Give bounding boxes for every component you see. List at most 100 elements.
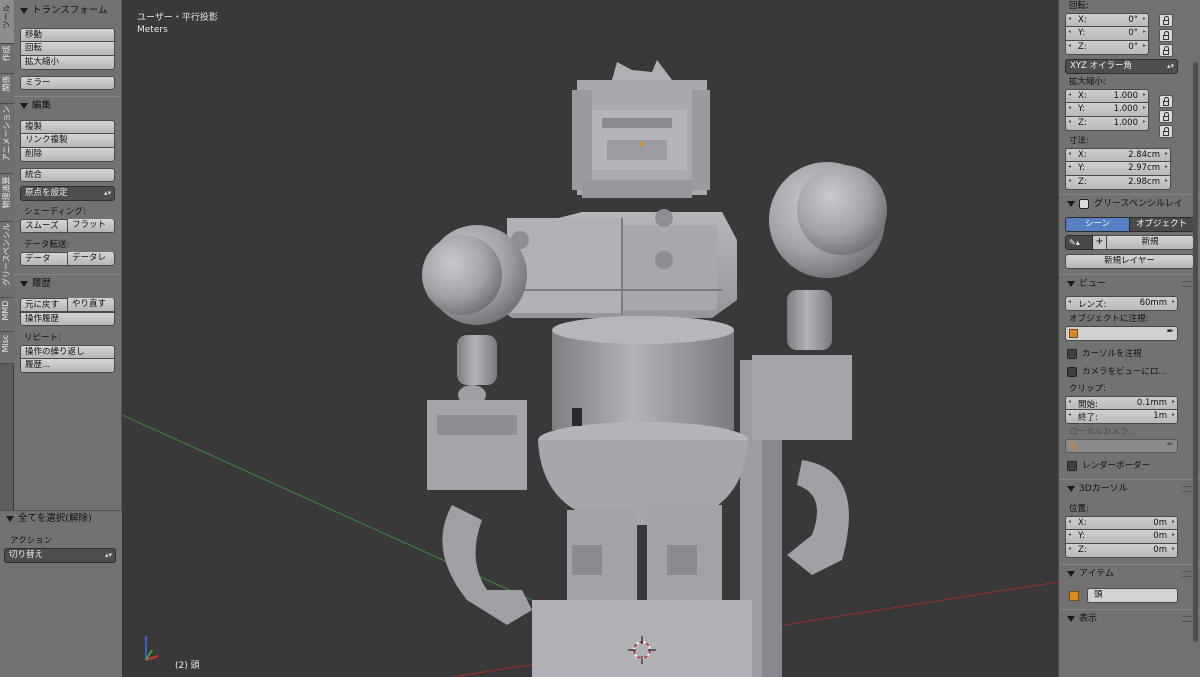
transform-panel-header[interactable]: トランスフォーム bbox=[14, 2, 121, 20]
lock-camera-checkbox[interactable] bbox=[1067, 366, 1077, 377]
select-all-panel-header[interactable]: 全てを選択(解除) bbox=[0, 510, 122, 526]
delete-button[interactable]: 削除 bbox=[20, 148, 115, 162]
rotation-x-field[interactable]: ◂ X: 0° ▸ bbox=[1065, 13, 1149, 27]
undo-history-button[interactable]: 操作履歴 bbox=[20, 312, 115, 326]
scale-z-field[interactable]: ◂ Z: 1.000 ▸ bbox=[1065, 117, 1149, 131]
lock-object-label: オブジェクトに注視: bbox=[1069, 314, 1149, 324]
rotation-y-field[interactable]: ◂ Y: 0° ▸ bbox=[1065, 27, 1149, 41]
lens-field[interactable]: ◂ レンズ: 60mm ▸ bbox=[1065, 296, 1178, 311]
rotate-button[interactable]: 回転 bbox=[20, 42, 115, 56]
cursor-z-field[interactable]: ◂ Z: 0m ▸ bbox=[1065, 544, 1178, 558]
cursor-y-field[interactable]: ◂ Y: 0m ▸ bbox=[1065, 530, 1178, 544]
mirror-button[interactable]: ミラー bbox=[20, 76, 115, 90]
scale-x-field[interactable]: ◂ X: 1.000 ▸ bbox=[1065, 89, 1149, 103]
grease-pencil-checkbox[interactable] bbox=[1079, 198, 1089, 209]
lock-object-field[interactable]: ✒ bbox=[1065, 326, 1178, 341]
drag-handle-icon[interactable] bbox=[1182, 281, 1192, 287]
lock-scale-z-icon[interactable] bbox=[1159, 125, 1173, 138]
dimensions-label: 寸法: bbox=[1069, 136, 1089, 146]
eyedropper-icon[interactable]: ✒ bbox=[1166, 327, 1174, 337]
view-name-label: ユーザー・平行投影 bbox=[137, 13, 218, 23]
tab-misc[interactable]: Misc bbox=[0, 332, 14, 364]
tab-scene[interactable]: シーン bbox=[1065, 217, 1130, 232]
tab-object[interactable]: オブジェクト bbox=[1130, 217, 1194, 232]
edit-panel-header[interactable]: 編集 bbox=[14, 96, 121, 114]
lock-to-cursor-row[interactable]: カーソルを注視 bbox=[1059, 345, 1200, 363]
dimension-x-field[interactable]: ◂ X: 2.84cm ▸ bbox=[1065, 148, 1171, 162]
dropdown-arrows-icon: ▴▾ bbox=[103, 189, 111, 197]
robot-model bbox=[422, 60, 887, 677]
collapse-triangle-icon bbox=[1067, 200, 1075, 207]
shading-label: シェーディング: bbox=[24, 207, 86, 217]
clip-end-field[interactable]: ◂ 終了: 1m ▸ bbox=[1065, 410, 1178, 424]
display-panel-header[interactable]: 表示 bbox=[1059, 609, 1200, 627]
data-transfer-buttons: データ データレ bbox=[20, 252, 115, 266]
grease-pencil-source-tabs: シーン オブジェクト bbox=[1065, 217, 1194, 232]
lock-rotation-z-icon[interactable] bbox=[1159, 44, 1173, 57]
axis-gizmo-icon bbox=[145, 636, 159, 661]
scale-label: 拡大縮小: bbox=[1069, 77, 1106, 87]
data-transfer-label: データ転送: bbox=[24, 240, 70, 250]
lock-cursor-checkbox[interactable] bbox=[1067, 348, 1077, 359]
smooth-shading-button[interactable]: スムーズ bbox=[20, 219, 68, 233]
redo-button[interactable]: やり直す bbox=[68, 298, 115, 312]
3d-cursor-panel-header[interactable]: 3Dカーソル bbox=[1059, 479, 1200, 497]
drag-handle-icon[interactable] bbox=[1182, 571, 1192, 577]
undo-button[interactable]: 元に戻す bbox=[20, 298, 68, 312]
properties-scrollbar[interactable] bbox=[1193, 62, 1198, 642]
dimension-z-field[interactable]: ◂ Z: 2.98cm ▸ bbox=[1065, 176, 1171, 190]
rotation-label: 回転: bbox=[1069, 1, 1089, 11]
new-layer-button[interactable]: 新規レイヤー bbox=[1065, 254, 1194, 269]
data-transfer-layout-button[interactable]: データレ bbox=[68, 252, 115, 266]
duplicate-button[interactable]: 複製 bbox=[20, 120, 115, 134]
flat-shading-button[interactable]: フラット bbox=[68, 219, 115, 233]
lock-camera-row[interactable]: カメラをビューにロ... bbox=[1059, 363, 1200, 381]
new-grease-data-button[interactable]: 新規 bbox=[1107, 235, 1194, 250]
lock-rotation-y-icon[interactable] bbox=[1159, 29, 1173, 42]
local-camera-label: ローカルカメラ: bbox=[1069, 427, 1132, 437]
units-label: Meters bbox=[137, 25, 168, 35]
add-icon[interactable]: + bbox=[1093, 235, 1107, 250]
history-panel-header[interactable]: 履歴 bbox=[14, 274, 121, 292]
drag-handle-icon[interactable] bbox=[1182, 616, 1192, 622]
render-border-checkbox[interactable] bbox=[1067, 460, 1077, 471]
repeat-history-button[interactable]: 履歴... bbox=[20, 359, 115, 373]
clip-start-field[interactable]: ◂ 開始: 0.1mm ▸ bbox=[1065, 396, 1178, 410]
duplicate-linked-button[interactable]: リンク複製 bbox=[20, 134, 115, 148]
collapse-triangle-icon bbox=[20, 280, 28, 287]
repeat-last-button[interactable]: 操作の繰り返し bbox=[20, 345, 115, 359]
render-border-row[interactable]: レンダーボーダー bbox=[1059, 457, 1200, 475]
join-button[interactable]: 統合 bbox=[20, 168, 115, 182]
camera-object-icon bbox=[1069, 442, 1077, 450]
lock-rotation-x-icon[interactable] bbox=[1159, 14, 1173, 27]
object-icon bbox=[1069, 590, 1079, 601]
data-transfer-button[interactable]: データ bbox=[20, 252, 68, 266]
object-name-input[interactable]: 頭 bbox=[1087, 588, 1178, 603]
collapse-triangle-icon bbox=[6, 515, 14, 522]
eyedropper-icon: ✒ bbox=[1166, 440, 1174, 450]
lock-scale-y-icon[interactable] bbox=[1159, 110, 1173, 123]
pencil-icon[interactable]: ✎▴ bbox=[1065, 235, 1093, 250]
scale-button[interactable]: 拡大縮小 bbox=[20, 56, 115, 70]
clip-label: クリップ: bbox=[1069, 384, 1106, 394]
repeat-label: リピート: bbox=[24, 333, 61, 343]
rotation-mode-dropdown[interactable]: XYZ オイラー角 ▴▾ bbox=[1065, 59, 1178, 74]
3d-viewport[interactable]: ユーザー・平行投影 Meters (2) 頭 bbox=[122, 0, 1058, 677]
cursor-x-field[interactable]: ◂ X: 0m ▸ bbox=[1065, 516, 1178, 530]
grease-pencil-layers-header[interactable]: グリースペンシルレイ bbox=[1059, 194, 1200, 212]
scale-y-field[interactable]: ◂ Y: 1.000 ▸ bbox=[1065, 103, 1149, 117]
item-name-row: 頭 bbox=[1069, 588, 1178, 603]
collapse-triangle-icon bbox=[1067, 485, 1075, 492]
translate-button[interactable]: 移動 bbox=[20, 28, 115, 42]
action-dropdown[interactable]: 切り替え ▴▾ bbox=[4, 548, 116, 563]
collapse-triangle-icon bbox=[1067, 615, 1075, 622]
item-panel-header[interactable]: アイテム bbox=[1059, 564, 1200, 582]
lock-scale-x-icon[interactable] bbox=[1159, 95, 1173, 108]
drag-handle-icon[interactable] bbox=[1182, 486, 1192, 492]
dimension-y-field[interactable]: ◂ Y: 2.97cm ▸ bbox=[1065, 162, 1171, 176]
view-panel-header[interactable]: ビュー bbox=[1059, 274, 1200, 292]
local-camera-field: ✒ bbox=[1065, 439, 1178, 453]
rotation-z-field[interactable]: ◂ Z: 0° ▸ bbox=[1065, 41, 1149, 55]
set-origin-dropdown[interactable]: 原点を設定 ▴▾ bbox=[20, 186, 115, 201]
cursor-location-label: 位置: bbox=[1069, 504, 1089, 514]
